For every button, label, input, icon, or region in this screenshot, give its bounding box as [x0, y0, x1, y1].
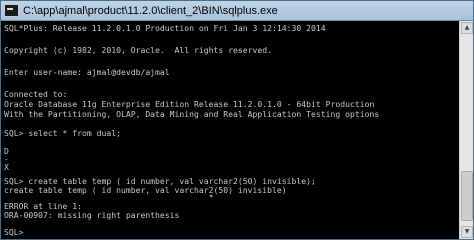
console-prompt[interactable]: SQL> [4, 227, 24, 238]
console-line: Copyright (c) 1982, 2010, Oracle. All ri… [4, 45, 273, 55]
vertical-scrollbar[interactable]: ▲ ▼ [459, 21, 473, 239]
console-line: Enter user-name: ajmal@devdb/ajmal [4, 67, 170, 77]
console-output[interactable]: SQL*Plus: Release 11.2.0.1.0 Production … [1, 21, 459, 239]
scroll-up-arrow-icon[interactable]: ▲ [461, 22, 473, 34]
console-line: With the Partitioning, OLAP, Data Mining… [4, 109, 380, 119]
scroll-down-arrow-icon[interactable]: ▼ [461, 226, 473, 238]
console-line: ORA-00907: missing right parenthesis [4, 210, 180, 220]
console-line: SQL*Plus: Release 11.2.0.1.0 Production … [4, 23, 326, 33]
window-title: C:\app\ajmal\product\11.2.0\client_2\BIN… [23, 5, 278, 17]
console-line: SQL> select * from dual; [4, 128, 121, 138]
scrollbar-thumb[interactable] [461, 171, 473, 221]
console-app-icon [4, 4, 19, 17]
title-bar[interactable]: C:\app\ajmal\product\11.2.0\client_2\BIN… [1, 1, 473, 21]
console-window: C:\app\ajmal\product\11.2.0\client_2\BIN… [0, 0, 474, 240]
console-line: X [4, 162, 9, 172]
